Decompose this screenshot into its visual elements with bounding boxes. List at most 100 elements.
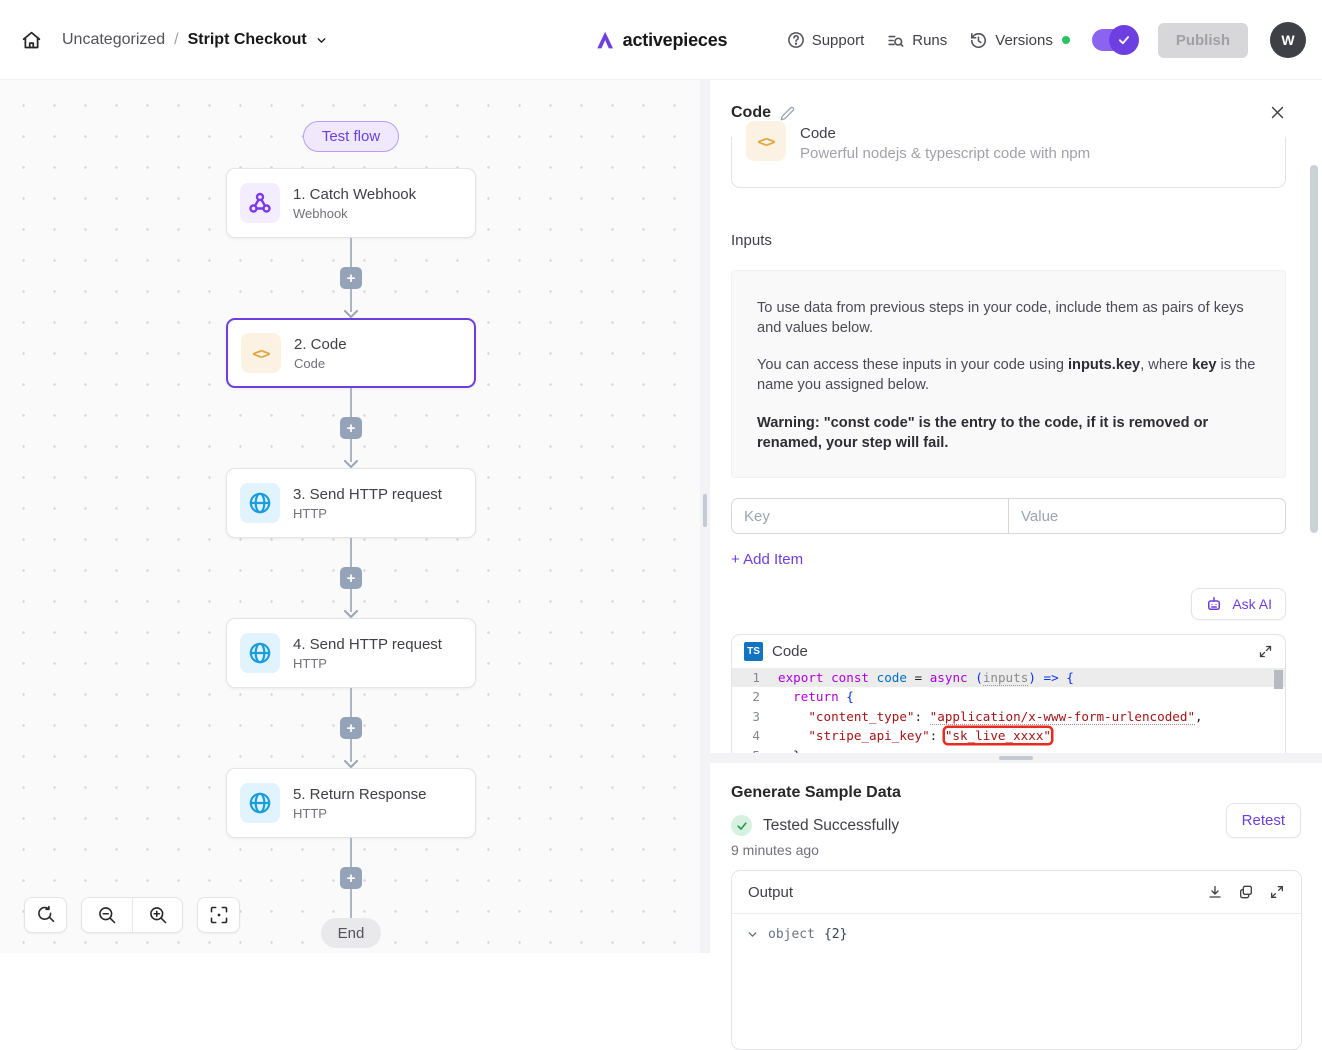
connector: + <box>226 538 476 618</box>
step-card-http-1[interactable]: 3. Send HTTP request HTTP <box>226 468 476 538</box>
step-title: 4. Send HTTP request <box>293 636 442 653</box>
avatar[interactable]: W <box>1270 22 1306 58</box>
activepieces-logo-icon <box>595 30 616 51</box>
add-step-button[interactable]: + <box>340 717 362 739</box>
copy-icon[interactable] <box>1238 884 1254 900</box>
zoom-button-group <box>81 897 183 933</box>
info-warning: Warning: "const code" is the entry to th… <box>757 413 1260 453</box>
info-paragraph-1: To use data from previous steps in your … <box>757 298 1260 338</box>
resize-grip <box>999 756 1033 760</box>
resize-grip <box>703 494 707 527</box>
step-title: 2. Code <box>294 336 347 353</box>
add-item-link[interactable]: + Add Item <box>731 551 803 568</box>
zoom-in-button[interactable] <box>132 898 182 932</box>
zoom-in-icon <box>148 905 168 925</box>
panel-scrollbar-thumb[interactable] <box>1310 165 1318 533</box>
test-timestamp: 9 minutes ago <box>731 842 819 858</box>
step-title: 1. Catch Webhook <box>293 186 416 203</box>
versions-button[interactable]: Versions <box>969 31 1070 50</box>
arrow-down-icon <box>344 460 358 468</box>
connector: + <box>226 238 476 318</box>
typescript-badge: TS <box>744 642 763 661</box>
panel-title: Code <box>731 104 771 122</box>
output-node-type: object <box>768 927 815 942</box>
runs-button[interactable]: Runs <box>886 31 947 50</box>
output-node-count: {2} <box>824 927 847 942</box>
publish-button[interactable]: Publish <box>1158 23 1248 58</box>
close-icon <box>1269 104 1286 121</box>
breadcrumb-folder[interactable]: Uncategorized <box>62 31 165 49</box>
edit-pencil-icon[interactable] <box>780 106 795 121</box>
add-step-button[interactable]: + <box>340 417 362 439</box>
panel-resize-handle-vertical[interactable] <box>700 80 710 953</box>
piece-info-card: <> Code Powerful nodejs & typescript cod… <box>731 137 1286 188</box>
step-card-catch-webhook[interactable]: 1. Catch Webhook Webhook <box>226 168 476 238</box>
connector: + <box>226 688 476 768</box>
retest-button[interactable]: Retest <box>1226 803 1301 838</box>
piece-title: Code <box>800 125 1090 142</box>
globe-icon <box>240 783 280 823</box>
inputs-section-label: Inputs <box>731 232 772 249</box>
versions-status-dot <box>1062 36 1070 44</box>
connector: + <box>226 838 476 918</box>
support-button[interactable]: Support <box>787 31 865 49</box>
arrow-down-icon <box>344 760 358 768</box>
output-tree-row[interactable]: object {2} <box>732 914 1301 955</box>
generate-sample-data-title: Generate Sample Data <box>731 784 901 802</box>
code-lines[interactable]: 1export const code = async (inputs) => {… <box>732 668 1285 753</box>
step-title: 3. Send HTTP request <box>293 486 442 503</box>
step-card-http-2[interactable]: 4. Send HTTP request HTTP <box>226 618 476 688</box>
end-badge: End <box>321 918 382 948</box>
panel-resize-handle-horizontal[interactable] <box>710 753 1322 763</box>
webhook-icon <box>240 183 280 223</box>
top-header: Uncategorized / Stript Checkout activepi… <box>0 0 1322 80</box>
test-status-text: Tested Successfully <box>763 817 899 835</box>
input-pair-row <box>731 498 1286 534</box>
test-status-row: Tested Successfully <box>731 815 899 836</box>
step-card-return-response[interactable]: 5. Return Response HTTP <box>226 768 476 838</box>
step-card-code[interactable]: <> 2. Code Code <box>226 318 476 388</box>
arrow-down-icon <box>344 610 358 618</box>
expand-code-icon[interactable] <box>1258 644 1273 659</box>
reset-zoom-icon <box>36 905 56 925</box>
add-step-button[interactable]: + <box>340 867 362 889</box>
inputs-info-box: To use data from previous steps in your … <box>731 270 1286 478</box>
success-check-icon <box>731 815 752 836</box>
add-step-button[interactable]: + <box>340 567 362 589</box>
chevron-down-icon[interactable] <box>746 928 759 941</box>
toggle-knob <box>1109 25 1139 55</box>
canvas-controls <box>24 897 240 933</box>
code-editor[interactable]: TS Code 1export const code = async (inpu… <box>731 634 1286 753</box>
fit-view-button[interactable] <box>197 897 240 933</box>
step-subtitle: HTTP <box>293 656 442 671</box>
test-flow-button[interactable]: Test flow <box>303 121 399 152</box>
step-subtitle: HTTP <box>293 506 442 521</box>
connector: + <box>226 388 476 468</box>
editor-scrollbar-thumb[interactable] <box>1274 670 1283 689</box>
step-settings-panel: Code <> Code Powerful nodejs & typescrip… <box>710 80 1322 953</box>
breadcrumb-flow-name[interactable]: Stript Checkout <box>188 31 328 49</box>
output-box: Output object {2} <box>731 870 1302 1050</box>
code-icon: <> <box>746 121 786 161</box>
flow-canvas[interactable]: Test flow 1. Catch Webhook Webhook + <> … <box>0 80 700 953</box>
download-icon[interactable] <box>1207 884 1223 900</box>
chevron-down-icon[interactable] <box>315 34 328 47</box>
expand-output-icon[interactable] <box>1269 884 1285 900</box>
home-icon[interactable] <box>14 23 48 57</box>
value-input[interactable] <box>1008 498 1286 534</box>
ask-ai-button[interactable]: Ask AI <box>1191 588 1286 620</box>
panel-settings-section: Code <> Code Powerful nodejs & typescrip… <box>710 80 1322 753</box>
flow-enabled-toggle[interactable] <box>1092 29 1136 51</box>
close-panel-button[interactable] <box>1269 104 1286 121</box>
zoom-out-button[interactable] <box>82 898 132 932</box>
reset-zoom-button[interactable] <box>24 897 67 933</box>
code-editor-header: TS Code <box>732 635 1285 668</box>
key-input[interactable] <box>731 498 1008 534</box>
piece-subtitle: Powerful nodejs & typescript code with n… <box>800 145 1090 162</box>
add-step-button[interactable]: + <box>340 267 362 289</box>
step-subtitle: HTTP <box>293 806 426 821</box>
globe-icon <box>240 633 280 673</box>
sample-data-section: Generate Sample Data Tested Successfully… <box>710 763 1322 953</box>
info-paragraph-2: You can access these inputs in your code… <box>757 355 1260 395</box>
robot-icon <box>1205 595 1223 613</box>
